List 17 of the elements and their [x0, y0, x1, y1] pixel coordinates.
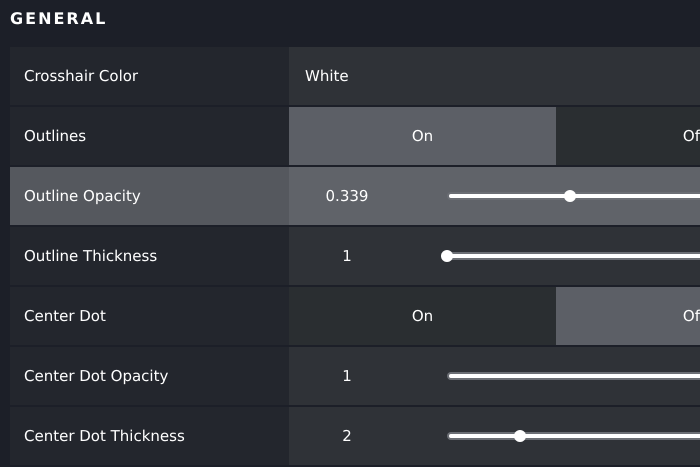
toggle-option[interactable]: Of — [556, 287, 700, 345]
toggle-option[interactable]: Of — [556, 107, 700, 165]
toggle-option[interactable]: On — [289, 287, 556, 345]
setting-value: 1 — [341, 246, 353, 267]
setting-value: White — [305, 66, 349, 87]
setting-label: Center Dot Thickness — [24, 426, 185, 447]
setting-label: Center Dot Opacity — [24, 366, 168, 387]
setting-label: Center Dot — [24, 306, 106, 327]
setting-label: Outline Opacity — [24, 186, 141, 207]
toggle-option[interactable]: On — [289, 107, 556, 165]
setting-label: Outlines — [24, 126, 86, 147]
setting-value: 2 — [341, 426, 353, 447]
setting-label: Crosshair Color — [24, 66, 138, 87]
section-title: GENERAL — [10, 8, 108, 30]
setting-label: Outline Thickness — [24, 246, 158, 267]
setting-value: 0.339 — [324, 186, 370, 207]
setting-value: 1 — [341, 366, 353, 387]
